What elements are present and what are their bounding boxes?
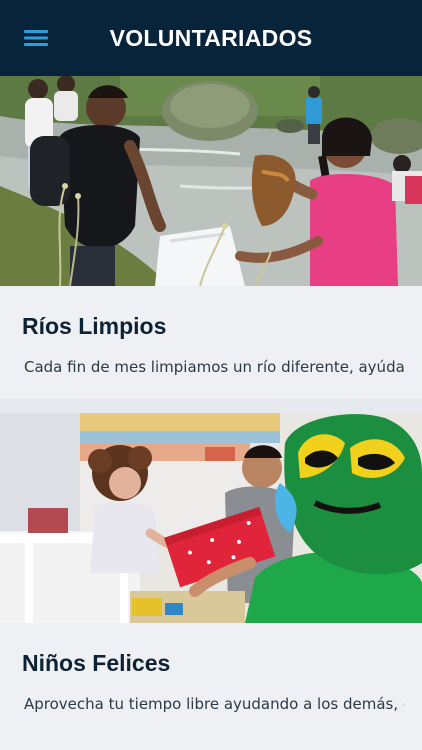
volunteer-card-rios-limpios[interactable]: Ríos Limpios Cada fin de mes limpiamos u…: [0, 76, 422, 399]
page-title: VOLUNTARIADOS: [109, 24, 313, 51]
card-description: Aprovecha tu tiempo libre ayudando a los…: [24, 695, 404, 713]
card-image-river-cleanup[interactable]: [0, 76, 422, 286]
card-image-happy-children[interactable]: [0, 413, 422, 623]
card-description: Cada fin de mes limpiamos un río diferen…: [24, 358, 404, 376]
card-body: Niños Felices Aprovecha tu tiempo libre …: [0, 623, 422, 713]
card-body: Ríos Limpios Cada fin de mes limpiamos u…: [0, 286, 422, 376]
app-screen: VOLUNTARIADOS Ríos Limpios Cada fin de m…: [0, 0, 422, 750]
card-title[interactable]: Niños Felices: [22, 623, 404, 677]
card-title[interactable]: Ríos Limpios: [22, 286, 404, 340]
volunteer-card-ninos-felices[interactable]: Niños Felices Aprovecha tu tiempo libre …: [0, 413, 422, 750]
hamburger-menu-icon[interactable]: [18, 24, 54, 52]
top-navigation-bar: VOLUNTARIADOS: [0, 0, 422, 76]
card-divider: [0, 399, 422, 413]
